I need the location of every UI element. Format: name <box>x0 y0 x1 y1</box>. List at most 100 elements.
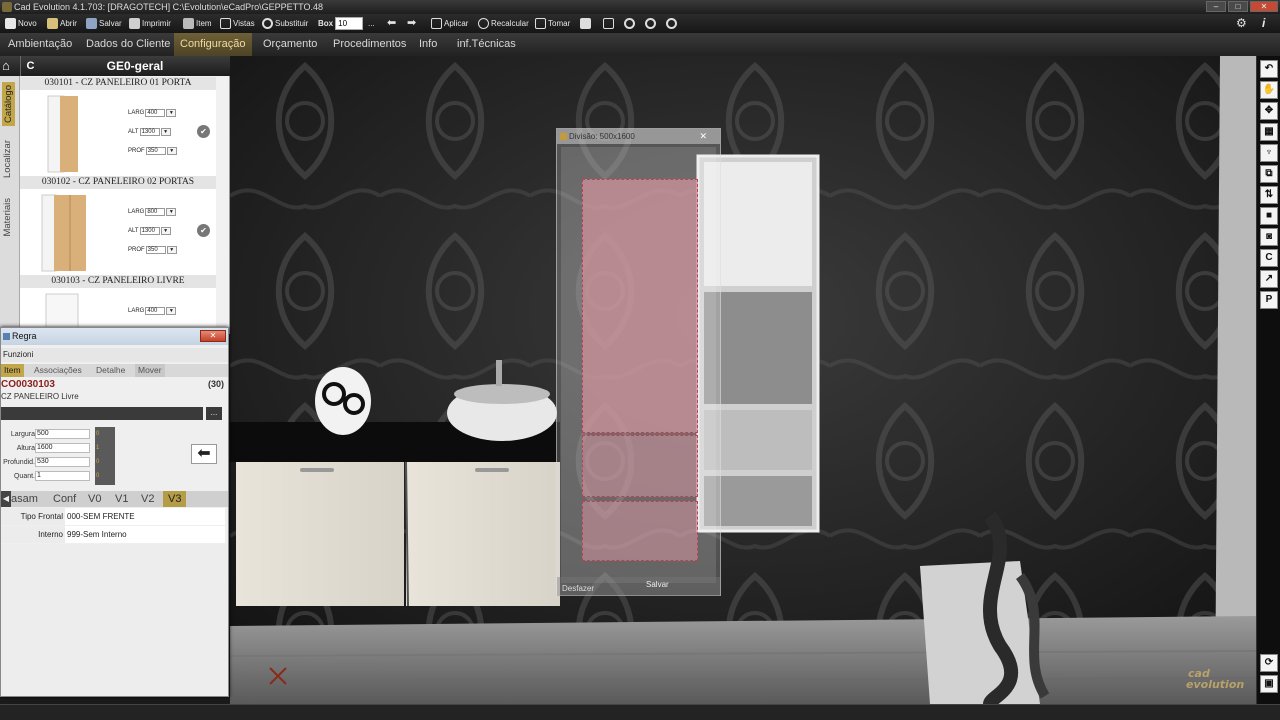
tab-mover[interactable]: Mover <box>135 364 165 377</box>
dim-value[interactable]: 800 <box>145 208 166 216</box>
division-section-top[interactable] <box>582 179 698 433</box>
p-tool-button[interactable]: P <box>1260 291 1278 309</box>
forward-arrow-button[interactable]: ➡ <box>407 14 416 33</box>
chevron-down-icon[interactable]: ▼ <box>166 147 177 155</box>
tab-detalhe[interactable]: Detalhe <box>93 364 128 377</box>
tab-v0[interactable]: V0 <box>88 491 101 507</box>
regra-close-button[interactable]: ✕ <box>200 330 226 342</box>
chevron-down-icon[interactable]: ▼ <box>166 208 177 216</box>
menu-dados-cliente[interactable]: Dados do Cliente <box>80 33 176 56</box>
maximize-button[interactable]: □ <box>1228 1 1248 12</box>
home-icon[interactable]: ⌂ <box>2 58 10 73</box>
dim-value[interactable]: 400 <box>145 109 166 117</box>
3d-viewport[interactable]: cad evolution <box>230 56 1256 704</box>
menu-ambientacao[interactable]: Ambientação <box>2 33 78 56</box>
dim-value[interactable]: 1300 <box>139 227 160 235</box>
item-button[interactable]: Item <box>183 14 212 33</box>
box-input[interactable] <box>335 17 364 30</box>
tab-materiais[interactable]: Materiais <box>2 198 13 237</box>
tab-associacoes[interactable]: Associações <box>31 364 85 377</box>
funzioni-menu[interactable]: Funzioni <box>1 348 228 362</box>
back-arrow-button[interactable]: ⬅ <box>387 14 396 33</box>
zoom-out-button[interactable] <box>666 14 677 33</box>
move-tool-button[interactable]: ✥ <box>1260 102 1278 120</box>
check-icon[interactable]: ✔ <box>197 125 210 138</box>
division-section-bottom[interactable] <box>582 501 698 561</box>
dim-value[interactable]: 400 <box>145 307 166 315</box>
browse-button[interactable]: ... <box>206 407 222 420</box>
imprimir-button[interactable]: Imprimir <box>129 14 171 33</box>
dim-value[interactable]: 1300 <box>139 128 160 136</box>
tab-item[interactable]: Item <box>1 364 24 377</box>
divisao-close-button[interactable]: ✕ <box>699 129 707 144</box>
zoom-button[interactable] <box>624 14 635 33</box>
regra-titlebar[interactable]: Regra ✕ <box>1 328 228 345</box>
tab-catalogo[interactable]: Catálogo <box>2 82 15 127</box>
altura-input[interactable]: 1600 <box>35 443 90 453</box>
tab-v1[interactable]: V1 <box>115 491 128 507</box>
undo-tool-button[interactable]: ↶ <box>1260 60 1278 78</box>
vistas-button[interactable]: Vistas <box>220 14 255 33</box>
layout-tool-button[interactable]: ⧉ <box>1260 165 1278 183</box>
quantidade-input[interactable]: 1 <box>35 471 90 481</box>
dim-value[interactable]: 350 <box>145 147 166 155</box>
salvar-button[interactable]: Salvar <box>86 14 122 33</box>
hand-tool-button[interactable]: ✋ <box>1260 81 1278 99</box>
largura-input[interactable]: 500 <box>35 429 90 439</box>
tab-casam[interactable]: asam <box>11 491 38 507</box>
zoom-extents-button[interactable] <box>603 14 614 33</box>
c-button[interactable]: C <box>20 56 40 76</box>
novo-button[interactable]: Novo <box>5 14 37 33</box>
chevron-down-icon[interactable]: ▼ <box>166 109 177 117</box>
ruler-tool-button[interactable]: ▦ <box>1260 123 1278 141</box>
catalog-item[interactable]: 030102 - CZ PANELEIRO 02 PORTAS LARG 800 ▼… <box>20 176 216 275</box>
video-tool-button[interactable]: ■ <box>1260 207 1278 225</box>
zoom-in-button[interactable] <box>645 14 656 33</box>
property-row[interactable]: Tipo Frontal 000-SEM FRENTE <box>1 508 225 525</box>
recalcular-button[interactable]: Recalcular <box>478 14 529 33</box>
tab-conf[interactable]: Conf <box>53 491 76 507</box>
chevron-down-icon[interactable]: ▼ <box>166 307 177 315</box>
menu-orcamento[interactable]: Orçamento <box>257 33 323 56</box>
shield-tool-button[interactable]: ◙ <box>1260 228 1278 246</box>
chevron-down-icon[interactable]: ▼ <box>166 246 177 254</box>
substituir-button[interactable]: Substituir <box>262 14 308 33</box>
menu-inf-tecnicas[interactable]: inf.Técnicas <box>451 33 522 56</box>
screen-tool-button[interactable]: ▣ <box>1260 675 1278 693</box>
tab-v2[interactable]: V2 <box>141 491 154 507</box>
check-icon[interactable]: ✔ <box>197 224 210 237</box>
info-button[interactable]: i <box>1262 14 1265 33</box>
field-flags[interactable]: 0 1 0 0 <box>95 427 115 485</box>
tomar-button[interactable]: Tomar <box>535 14 570 33</box>
salvar-dialog-button[interactable]: Salvar <box>646 580 669 589</box>
settings-button[interactable]: ⚙ <box>1236 14 1247 33</box>
item-path-field[interactable] <box>1 407 203 420</box>
rotate-tool-button[interactable]: ⟳ <box>1260 654 1278 672</box>
dim-value[interactable]: 350 <box>145 246 166 254</box>
catalog-item[interactable]: 030101 - CZ PANELEIRO 01 PORTA LARG 400 ▼ … <box>20 77 216 176</box>
c-tool-button[interactable]: C <box>1260 249 1278 267</box>
division-section-middle[interactable] <box>582 435 698 497</box>
property-row[interactable]: Interno 999-Sem Interno <box>1 526 225 543</box>
export-tool-button[interactable]: ↗ <box>1260 270 1278 288</box>
height-tool-button[interactable]: ⇅ <box>1260 186 1278 204</box>
catalog-item[interactable]: 030103 - CZ PANELEIRO LIVRE LARG 400 ▼ <box>20 275 216 334</box>
divisao-titlebar[interactable]: Divisão: 500x1600 ✕ <box>557 129 720 144</box>
abrir-button[interactable]: Abrir <box>47 14 77 33</box>
aplicar-button[interactable]: Aplicar <box>431 14 468 33</box>
minimize-button[interactable]: – <box>1206 1 1226 12</box>
dots-button[interactable]: ... <box>368 14 375 33</box>
desfazer-button[interactable]: Desfazer <box>562 584 594 593</box>
menu-info[interactable]: Info <box>413 33 443 56</box>
tab-v3[interactable]: V3 <box>163 491 187 507</box>
close-window-button[interactable]: ✕ <box>1250 1 1278 12</box>
chevron-down-icon[interactable]: ▼ <box>160 227 171 235</box>
apply-arrow-button[interactable]: ⬅ <box>191 444 217 464</box>
tab-localizar[interactable]: Localizar <box>2 140 13 178</box>
scroll-left-button[interactable]: ◀ <box>1 491 11 507</box>
menu-procedimentos[interactable]: Procedimentos <box>327 33 412 56</box>
camera-button[interactable] <box>580 14 591 33</box>
chevron-down-icon[interactable]: ▼ <box>160 128 171 136</box>
profundidade-input[interactable]: 530 <box>35 457 90 467</box>
light-tool-button[interactable]: ♆ <box>1260 144 1278 162</box>
